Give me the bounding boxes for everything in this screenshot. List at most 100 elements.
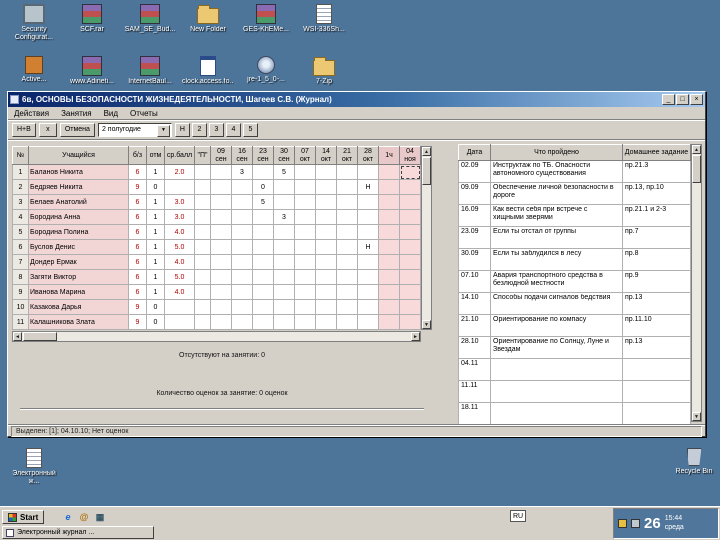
tray-icon-1[interactable] (618, 519, 627, 528)
grade-cell[interactable] (294, 299, 316, 315)
grade-cell[interactable] (273, 314, 295, 330)
grade-cell[interactable] (231, 314, 253, 330)
grade-cell[interactable] (378, 164, 400, 180)
grade-cell[interactable] (231, 254, 253, 270)
grade-cell[interactable] (315, 194, 337, 210)
grade-cell[interactable] (315, 179, 337, 195)
grade-cell[interactable] (273, 284, 295, 300)
grade-cell[interactable] (357, 299, 379, 315)
grade-cell[interactable] (399, 269, 421, 285)
show-desktop-icon[interactable]: ▦ (94, 511, 106, 523)
grade-cell[interactable] (315, 209, 337, 225)
grade-cell[interactable] (252, 299, 274, 315)
grade-cell[interactable] (210, 239, 232, 255)
grade-cell[interactable] (378, 254, 400, 270)
grade-cell[interactable] (315, 314, 337, 330)
period-select[interactable]: 2 полугодие (97, 122, 172, 137)
menu-item[interactable]: Действия (14, 109, 49, 118)
grade-cell[interactable] (210, 314, 232, 330)
grade-cell[interactable] (315, 239, 337, 255)
desktop-icon[interactable]: Active... (8, 56, 60, 86)
grade-cell[interactable]: 3 (273, 209, 295, 225)
grade-cell[interactable] (336, 239, 358, 255)
desktop-icon[interactable]: WSI-336Sh... (298, 4, 350, 42)
grade-cell[interactable] (273, 179, 295, 195)
scroll-left-icon[interactable]: ◄ (13, 332, 22, 341)
grade-cell[interactable] (378, 299, 400, 315)
grade-cell[interactable] (378, 224, 400, 240)
maximize-button[interactable]: □ (676, 94, 689, 105)
lesson-topic[interactable] (490, 358, 623, 381)
grade-cell[interactable]: 5 (273, 164, 295, 180)
grade-cell[interactable] (399, 299, 421, 315)
tray-icon-2[interactable] (631, 519, 640, 528)
lesson-topic[interactable] (490, 380, 623, 403)
grade-cell[interactable] (378, 314, 400, 330)
recycle-bin[interactable]: Recycle Bin (668, 448, 720, 476)
scroll-down-icon[interactable]: ▼ (692, 412, 701, 421)
taskbar-task-button[interactable]: Электронный журнал ... (2, 526, 154, 539)
grade-cell[interactable] (399, 284, 421, 300)
grade-button[interactable]: 3 (208, 122, 224, 137)
grade-cell[interactable] (273, 269, 295, 285)
x-button[interactable]: х (38, 122, 57, 137)
grade-cell[interactable] (336, 284, 358, 300)
grade-cell[interactable] (399, 209, 421, 225)
lesson-topic[interactable]: Если ты заблудился в лесу (490, 248, 623, 271)
lesson-topic[interactable]: Инструктаж по ТБ. Опасности автономного … (490, 160, 623, 183)
grade-cell[interactable] (378, 269, 400, 285)
grade-cell[interactable] (294, 194, 316, 210)
grade-button[interactable]: 4 (225, 122, 241, 137)
grade-cell[interactable] (336, 314, 358, 330)
grade-cell[interactable] (231, 224, 253, 240)
scrollbar-thumb[interactable] (422, 157, 431, 185)
grade-cell[interactable] (252, 254, 274, 270)
grade-cell[interactable] (273, 254, 295, 270)
grade-cell[interactable] (336, 179, 358, 195)
grade-cell[interactable] (336, 164, 358, 180)
grade-button[interactable]: 5 (242, 122, 258, 137)
grade-cell[interactable] (273, 194, 295, 210)
grade-cell[interactable] (357, 194, 379, 210)
grade-cell[interactable] (294, 179, 316, 195)
lesson-topic[interactable] (490, 402, 623, 424)
grade-cell[interactable] (210, 209, 232, 225)
journal-horizontal-scrollbar[interactable]: ◄ ► (12, 331, 421, 342)
desktop-icon[interactable]: SCF.rar (66, 4, 118, 42)
menu-item[interactable]: Вид (104, 109, 118, 118)
grade-cell[interactable] (210, 269, 232, 285)
student-name[interactable]: Бородина Полина (28, 224, 129, 240)
journal-vertical-scrollbar[interactable]: ▲ ▼ (421, 146, 432, 330)
mail-icon[interactable]: @ (78, 511, 90, 523)
grade-cell[interactable] (231, 209, 253, 225)
grade-cell[interactable] (252, 224, 274, 240)
menu-item[interactable]: Занятия (61, 109, 92, 118)
scroll-right-icon[interactable]: ► (411, 332, 420, 341)
lesson-topic[interactable]: Способы подачи сигналов бедствия (490, 292, 623, 315)
grade-cell[interactable] (294, 224, 316, 240)
grade-cell[interactable] (210, 179, 232, 195)
grade-cell[interactable]: 0 (252, 179, 274, 195)
scrollbar-thumb[interactable] (23, 332, 57, 341)
grade-cell[interactable] (231, 194, 253, 210)
menu-item[interactable]: Отчеты (130, 109, 158, 118)
grade-cell[interactable] (336, 194, 358, 210)
desktop-icon[interactable]: InternetBaul... (124, 56, 176, 86)
start-button[interactable]: Start (2, 510, 45, 524)
grade-cell[interactable] (315, 284, 337, 300)
student-name[interactable]: Казакова Дарья (28, 299, 129, 315)
grade-cell[interactable]: Н (357, 179, 379, 195)
grade-cell[interactable] (399, 224, 421, 240)
desktop-icon[interactable]: clock.access.fo... (182, 56, 234, 86)
lesson-topic[interactable]: Авария транспортного средства в безлюдно… (490, 270, 623, 293)
grade-cell[interactable] (315, 254, 337, 270)
grade-cell[interactable] (315, 269, 337, 285)
grade-cell[interactable] (252, 164, 274, 180)
cancel-button[interactable]: Отмена (59, 122, 95, 137)
scroll-up-icon[interactable]: ▲ (692, 145, 701, 154)
grade-cell[interactable] (294, 314, 316, 330)
grade-cell[interactable] (399, 239, 421, 255)
grade-cell[interactable]: 5 (252, 194, 274, 210)
grade-cell[interactable] (399, 314, 421, 330)
grade-cell[interactable] (231, 179, 253, 195)
